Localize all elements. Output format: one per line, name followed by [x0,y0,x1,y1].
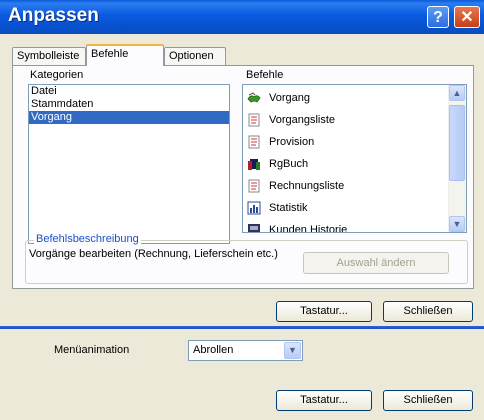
window-separator [0,326,484,329]
title-bar[interactable]: Anpassen ? ✕ [0,0,484,34]
keyboard-button[interactable]: Tastatur... [276,301,372,322]
window-title: Anpassen [8,5,99,26]
change-selection-button[interactable]: Auswahl ändern [303,252,449,274]
categories-list[interactable]: Datei Stammdaten Vorgang [28,84,230,244]
list-item[interactable]: Vorgangsliste [243,109,466,131]
list-item-selected[interactable]: Vorgang [29,111,229,124]
list-item[interactable]: RgBuch [243,153,466,175]
commands-heading: Befehle [246,69,284,81]
history-icon [248,224,260,232]
command-label: Statistik [269,202,308,214]
commands-scrollbar[interactable]: ▲ ▼ [448,85,466,232]
scroll-thumb[interactable] [449,105,465,181]
command-label: Rechnungsliste [269,180,345,192]
tab-optionen[interactable]: Optionen [164,47,226,65]
document-list-icon [248,179,260,193]
scroll-up-icon[interactable]: ▲ [449,85,465,101]
chart-icon [247,201,261,215]
list-item[interactable]: Statistik [243,197,466,219]
categories-heading: Kategorien [30,69,84,81]
close-dialog-button[interactable]: Schließen [383,301,473,322]
animation-select[interactable]: Abrollen ▼ [188,340,303,361]
chevron-down-icon[interactable]: ▼ [284,342,301,359]
command-label: Kunden Historie [269,224,348,233]
command-label: RgBuch [269,158,309,170]
book-icon [248,159,260,170]
description-title: Befehlsbeschreibung [34,233,141,245]
command-label: Vorgang [269,92,310,104]
tab-befehle[interactable]: Befehle [86,44,164,66]
keyboard-button-2[interactable]: Tastatur... [276,390,372,411]
help-button[interactable]: ? [427,6,449,28]
customize-dialog: Anpassen ? ✕ Symbolleiste Befehle Option… [0,0,484,420]
animation-value: Abrollen [193,344,234,356]
command-label: Provision [269,136,315,148]
list-item[interactable]: Vorgang [243,87,466,109]
tab-symbolleiste[interactable]: Symbolleiste [12,47,86,65]
list-item[interactable]: Kunden Historie [243,219,466,233]
list-item[interactable]: Provision [243,131,466,153]
animation-label: Menüanimation [54,344,130,356]
list-item[interactable]: Datei [29,85,229,98]
description-text: Vorgänge bearbeiten (Rechnung, Liefersch… [29,248,278,260]
close-button[interactable]: ✕ [454,6,480,28]
handshake-icon [247,92,261,103]
commands-list[interactable]: Vorgang Vorgangsliste Provision RgBuch R… [242,84,467,233]
scroll-down-icon[interactable]: ▼ [449,216,465,232]
document-list-icon [248,113,260,127]
close-dialog-button-2[interactable]: Schließen [383,390,473,411]
list-item[interactable]: Rechnungsliste [243,175,466,197]
document-list-icon [248,135,260,149]
list-item[interactable]: Stammdaten [29,98,229,111]
command-label: Vorgangsliste [269,114,336,126]
